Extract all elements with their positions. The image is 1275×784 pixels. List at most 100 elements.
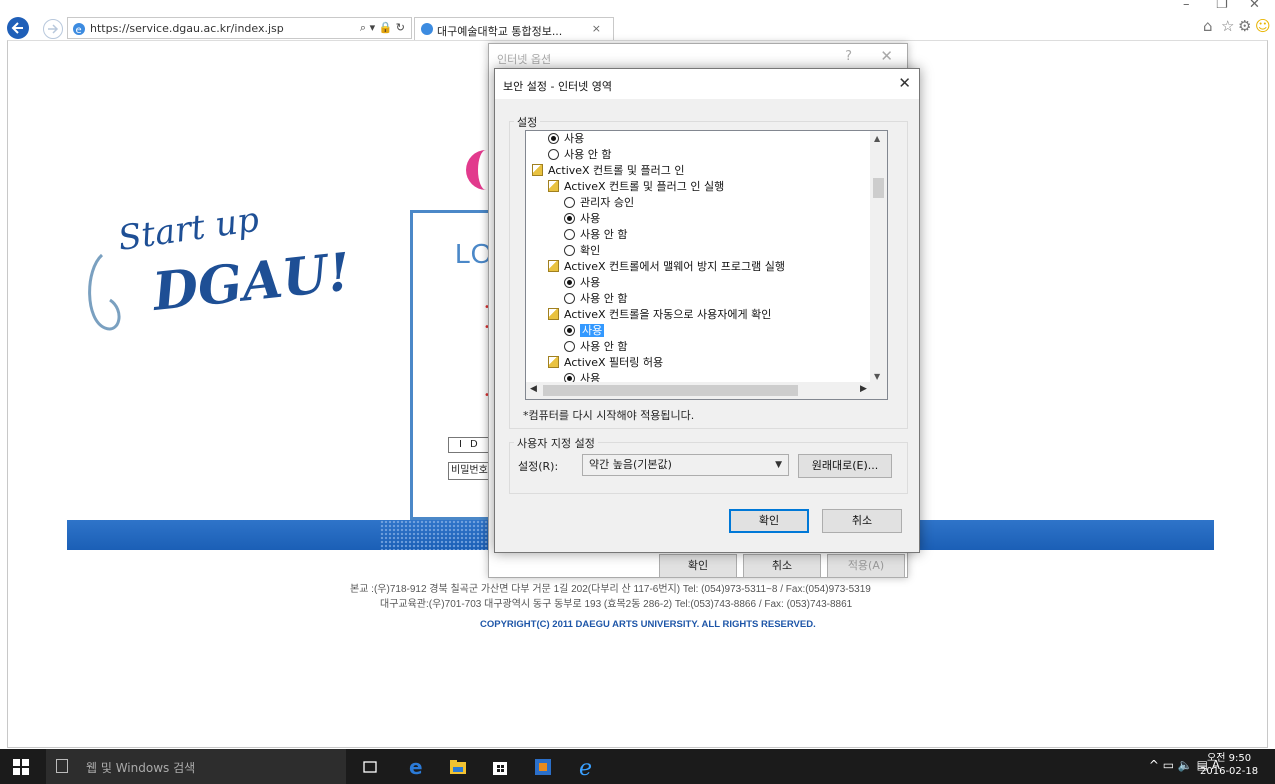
scroll-thumb[interactable]: [873, 178, 884, 198]
svg-text:e: e: [76, 25, 82, 36]
home-icon[interactable]: ⌂: [1203, 17, 1213, 35]
close-icon[interactable]: ✕: [880, 47, 893, 65]
vertical-scrollbar[interactable]: ▲ ▼: [870, 131, 887, 384]
internet-explorer-icon[interactable]: e: [577, 757, 597, 777]
settings-option[interactable]: 확인: [564, 243, 600, 259]
settings-group-label: 설정: [514, 114, 541, 130]
settings-category[interactable]: ActiveX 컨트롤에서 맬웨어 방지 프로그램 실행: [548, 259, 785, 275]
search-placeholder: 웹 및 Windows 검색: [86, 761, 196, 775]
favorites-icon[interactable]: ☆: [1221, 17, 1234, 35]
dialog-titlebar: 보안 설정 - 인터넷 영역 ✕: [495, 69, 919, 99]
settings-category[interactable]: ActiveX 컨트롤 및 플러그 인 실행: [548, 179, 724, 195]
settings-gear-icon[interactable]: ⚙: [1238, 17, 1251, 35]
radio-unchecked-icon: [564, 229, 575, 240]
ok-button[interactable]: 확인: [659, 554, 737, 578]
svg-text:e: e: [579, 757, 592, 777]
settings-label: ActiveX 필터링 허용: [564, 356, 664, 369]
login-title: LO: [455, 238, 493, 269]
startup-dgau-logo: Start up DGAU!: [88, 200, 353, 331]
settings-category[interactable]: ActiveX 컨트롤 및 플러그 인: [532, 163, 685, 179]
clock[interactable]: 오전 9:50 2016-02-18: [1200, 752, 1258, 778]
reset-label: 설정(R):: [518, 460, 559, 473]
edge-icon[interactable]: e: [406, 757, 426, 777]
scroll-up-icon[interactable]: ▲: [874, 134, 880, 143]
settings-option[interactable]: 사용: [564, 211, 600, 227]
settings-label: ActiveX 컨트롤 및 플러그 인 실행: [564, 180, 725, 193]
radio-checked-icon: [548, 133, 559, 144]
file-explorer-icon[interactable]: [448, 757, 468, 777]
address-bar[interactable]: e https://service.dgau.ac.kr/index.jsp ⌕…: [67, 17, 412, 39]
security-settings-dialog: 보안 설정 - 인터넷 영역 ✕ 설정 사용 사용 안 함 ActiveX 컨트롤 …: [494, 68, 920, 553]
settings-option[interactable]: 사용: [564, 275, 600, 291]
restore-button[interactable]: ❐: [1216, 0, 1228, 12]
scroll-down-icon[interactable]: ▼: [874, 372, 880, 381]
copyright-text: COPYRIGHT(C) 2011 DAEGU ARTS UNIVERSITY.…: [480, 619, 816, 630]
back-button[interactable]: [7, 17, 29, 39]
ok-button[interactable]: 확인: [729, 509, 809, 533]
settings-label: 확인: [580, 244, 601, 257]
close-icon[interactable]: ✕: [898, 74, 911, 92]
scroll-thumb[interactable]: [543, 385, 798, 396]
footer-address-daegu: 대구교육관:(우)701-703 대구광역시 동구 동부로 193 (효목2동 …: [380, 599, 853, 610]
security-level-select[interactable]: 약간 높음(기본값) ▼: [582, 454, 789, 476]
cancel-button[interactable]: 취소: [822, 509, 902, 533]
settings-page-icon: [548, 308, 559, 320]
help-icon[interactable]: ?: [845, 49, 852, 64]
settings-option[interactable]: 관리자 승인: [564, 195, 634, 211]
settings-category[interactable]: ActiveX 필터링 허용: [548, 355, 663, 371]
tab-close-icon[interactable]: ×: [592, 22, 601, 35]
ie-icon: e: [73, 23, 85, 36]
windows-start-icon[interactable]: [13, 759, 29, 775]
store-icon[interactable]: [490, 757, 510, 777]
taskbar-search[interactable]: 웹 및 Windows 검색: [46, 749, 346, 784]
address-controls[interactable]: ⌕ ▾ 🔒 ↻: [360, 21, 405, 35]
slogan-line2: DGAU!: [148, 242, 353, 324]
settings-page-icon: [532, 164, 543, 176]
settings-page-icon: [548, 356, 559, 368]
settings-option[interactable]: 사용 안 함: [548, 147, 611, 163]
task-view-icon[interactable]: [360, 757, 380, 777]
scroll-right-icon[interactable]: ▶: [860, 384, 867, 394]
radio-checked-icon: [564, 325, 575, 336]
minimize-button[interactable]: –: [1183, 0, 1190, 12]
microphone-icon: [56, 759, 68, 773]
radio-unchecked-icon: [564, 197, 575, 208]
settings-option[interactable]: 사용: [548, 131, 584, 147]
settings-label: 관리자 승인: [580, 196, 635, 209]
settings-option[interactable]: 사용 안 함: [564, 339, 627, 355]
radio-unchecked-icon: [564, 341, 575, 352]
media-player-icon[interactable]: [533, 757, 553, 777]
radio-checked-icon: [564, 213, 575, 224]
settings-option[interactable]: 사용: [564, 323, 605, 339]
browser-chrome: e https://service.dgau.ac.kr/index.jsp ⌕…: [0, 0, 1275, 40]
close-window-button[interactable]: ✕: [1249, 0, 1260, 12]
clock-time: 오전 9:50: [1207, 753, 1252, 764]
arrow-right-icon: [48, 24, 59, 34]
forward-button[interactable]: [43, 19, 63, 39]
settings-label: 사용 안 함: [564, 148, 612, 161]
arrow-left-icon: [11, 22, 23, 34]
horizontal-scrollbar[interactable]: ◀ ▶: [526, 382, 887, 399]
settings-label: ActiveX 컨트롤 및 플러그 인: [548, 164, 685, 177]
settings-tree[interactable]: 사용 사용 안 함 ActiveX 컨트롤 및 플러그 인 ActiveX 컨트롤 및…: [525, 130, 888, 400]
settings-category[interactable]: ActiveX 컨트롤을 자동으로 사용자에게 확인: [548, 307, 771, 323]
cancel-button[interactable]: 취소: [743, 554, 821, 578]
settings-option[interactable]: 사용 안 함: [564, 291, 627, 307]
smiley-icon[interactable]: ☺: [1255, 17, 1271, 35]
settings-option[interactable]: 사용 안 함: [564, 227, 627, 243]
apply-button[interactable]: 적용(A): [827, 554, 905, 578]
taskbar: 웹 및 Windows 검색 e e ^ ▭ 🔈 ▤ A 오전 9:50 201…: [0, 749, 1275, 784]
url-text[interactable]: https://service.dgau.ac.kr/index.jsp: [90, 22, 284, 35]
custom-group-label: 사용자 지정 설정: [514, 435, 598, 451]
radio-unchecked-icon: [548, 149, 559, 160]
security-level-value: 약간 높음(기본값): [589, 458, 672, 471]
settings-label: ActiveX 컨트롤을 자동으로 사용자에게 확인: [564, 308, 772, 321]
clock-date: 2016-02-18: [1200, 766, 1259, 777]
restart-note: *컴퓨터를 다시 시작해야 적용됩니다.: [523, 409, 695, 422]
dialog-title: 보안 설정 - 인터넷 영역: [503, 80, 613, 93]
footer-address-main: 본교 :(우)718-912 경북 칠곡군 가산면 다부 거문 1길 202(다…: [350, 584, 871, 595]
scroll-left-icon[interactable]: ◀: [530, 384, 537, 394]
settings-page-icon: [548, 260, 559, 272]
browser-tab[interactable]: 대구예술대학교 통합정보... ×: [414, 17, 614, 40]
reset-button[interactable]: 원래대로(E)...: [798, 454, 892, 478]
